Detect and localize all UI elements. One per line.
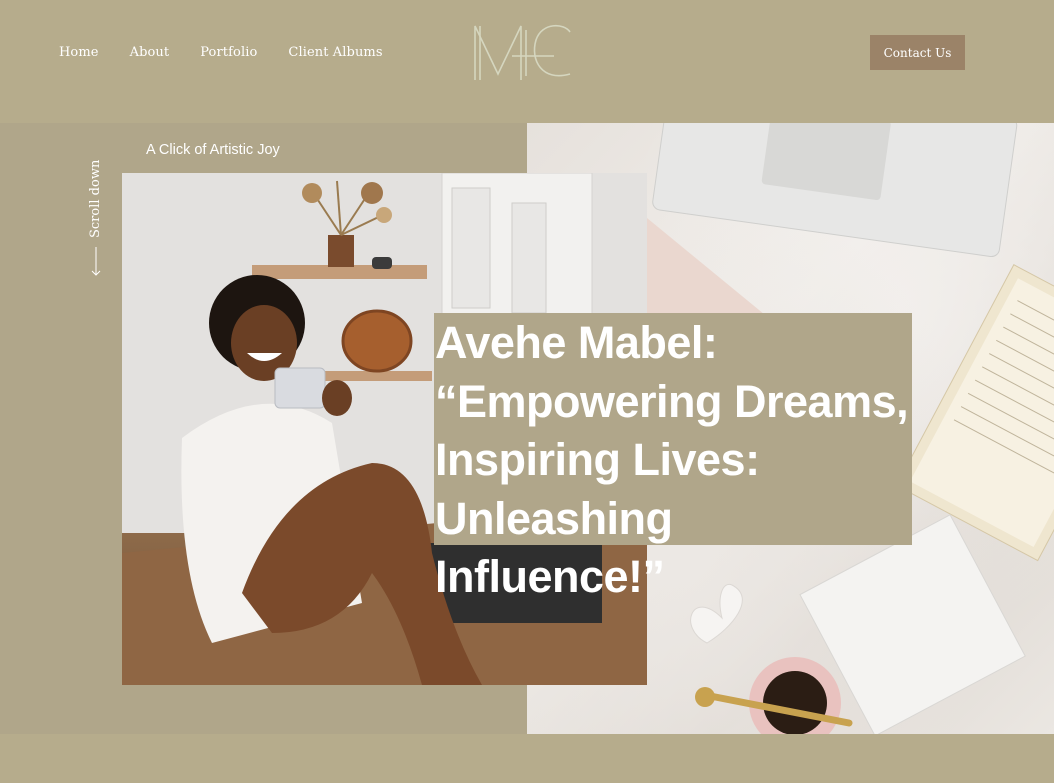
scroll-down-link[interactable]: Scroll down xyxy=(86,159,108,276)
hero-headline: Avehe Mabel: “Empowering Dreams, Inspiri… xyxy=(435,314,913,607)
main-nav: Home About Portfolio Client Albums xyxy=(59,45,414,60)
arrow-down-icon xyxy=(91,247,101,276)
nav-about[interactable]: About xyxy=(130,45,170,60)
page-bottom-band xyxy=(0,734,1054,783)
headline-line-4: Unleashing Influence!” xyxy=(435,492,673,603)
hero-eyebrow-text: A Click of Artistic Joy xyxy=(146,142,280,158)
nav-home[interactable]: Home xyxy=(59,45,99,60)
brand-logo[interactable] xyxy=(472,20,574,84)
site-header: Home About Portfolio Client Albums Conta… xyxy=(0,0,1054,123)
contact-us-button[interactable]: Contact Us xyxy=(870,35,965,70)
headline-line-2: “Empowering Dreams, xyxy=(435,375,909,427)
headline-line-3: Inspiring Lives: xyxy=(435,434,760,485)
nav-portfolio[interactable]: Portfolio xyxy=(200,45,257,60)
scroll-down-label: Scroll down xyxy=(88,159,103,238)
hero-section: A Click of Artistic Joy Scroll down Aveh… xyxy=(0,123,1054,734)
nav-client-albums[interactable]: Client Albums xyxy=(288,45,382,60)
headline-line-1: Avehe Mabel: xyxy=(435,317,718,368)
